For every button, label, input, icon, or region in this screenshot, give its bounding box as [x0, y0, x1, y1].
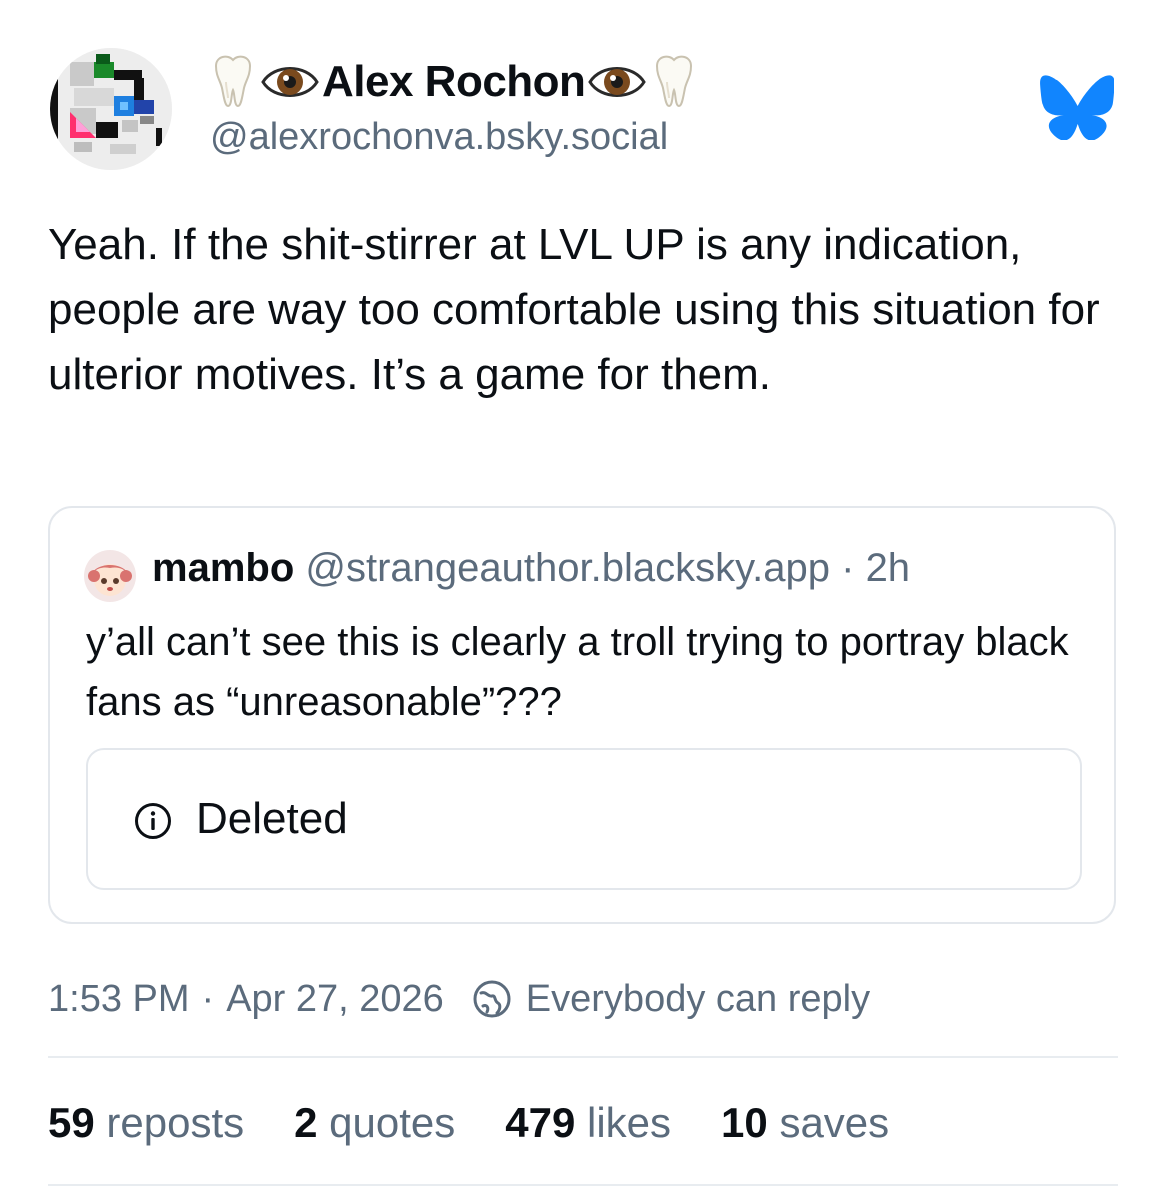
reply-setting-label[interactable]: Everybody can reply	[526, 978, 870, 1021]
author-name-row[interactable]: Alex Rochon	[208, 50, 699, 114]
quoted-post-time: 2h	[865, 546, 911, 590]
separator-dot: ·	[201, 977, 215, 1020]
post-detail: Alex Rochon @alexrochonva.bsky.social Ye…	[0, 0, 1166, 1200]
stat-label: saves	[779, 1099, 890, 1146]
stat-label: likes	[587, 1099, 672, 1146]
deleted-label: Deleted	[196, 794, 348, 843]
post-date: Apr 27, 2026	[226, 977, 444, 1020]
post-meta-row: 1:53 PM · Apr 27, 2026 Everybody can rep…	[48, 976, 870, 1022]
info-icon	[135, 803, 171, 839]
stat-likes[interactable]: 479 likes	[505, 1099, 671, 1147]
stat-count: 10	[721, 1099, 768, 1146]
author-display-name[interactable]: Alex Rochon	[322, 57, 586, 107]
stat-quotes[interactable]: 2 quotes	[294, 1099, 455, 1147]
post-stats: 59 reposts 2 quotes 479 likes 10 saves	[48, 1098, 939, 1148]
stat-count: 2	[294, 1099, 318, 1146]
tooth-emoji-icon	[656, 55, 693, 108]
stat-reposts[interactable]: 59 reposts	[48, 1099, 244, 1147]
author-avatar[interactable]	[50, 48, 172, 170]
stat-count: 59	[48, 1099, 95, 1146]
quoted-post-meta: mambo @strangeauthor.blacksky.app · 2h	[152, 546, 910, 591]
author-handle[interactable]: @alexrochonva.bsky.social	[210, 116, 668, 159]
deleted-embed-notice: Deleted	[86, 748, 1082, 890]
separator-dot: ·	[841, 546, 855, 590]
quoted-author-handle[interactable]: @strangeauthor.blacksky.app	[305, 546, 830, 590]
quoted-post-text: y’all can’t see this is clearly a troll …	[86, 620, 1069, 724]
eye-emoji-icon	[261, 67, 319, 97]
stat-label: reposts	[106, 1099, 245, 1146]
divider	[48, 1056, 1118, 1058]
quoted-author-avatar[interactable]	[84, 550, 136, 602]
stat-count: 479	[505, 1099, 576, 1146]
quoted-post-card[interactable]: mambo @strangeauthor.blacksky.app · 2h y…	[48, 506, 1116, 924]
post-text: Yeah. If the shit-stirrer at LVL UP is a…	[48, 220, 1100, 399]
tooth-emoji-icon	[214, 55, 252, 108]
divider	[48, 1184, 1118, 1186]
globe-icon[interactable]	[472, 979, 512, 1019]
post-time: 1:53 PM	[48, 977, 190, 1020]
bluesky-butterfly-icon[interactable]	[1040, 74, 1114, 140]
quoted-author-name[interactable]: mambo	[152, 546, 294, 590]
stat-saves[interactable]: 10 saves	[721, 1099, 889, 1147]
eye-emoji-icon	[588, 67, 647, 97]
stat-label: quotes	[329, 1099, 456, 1146]
